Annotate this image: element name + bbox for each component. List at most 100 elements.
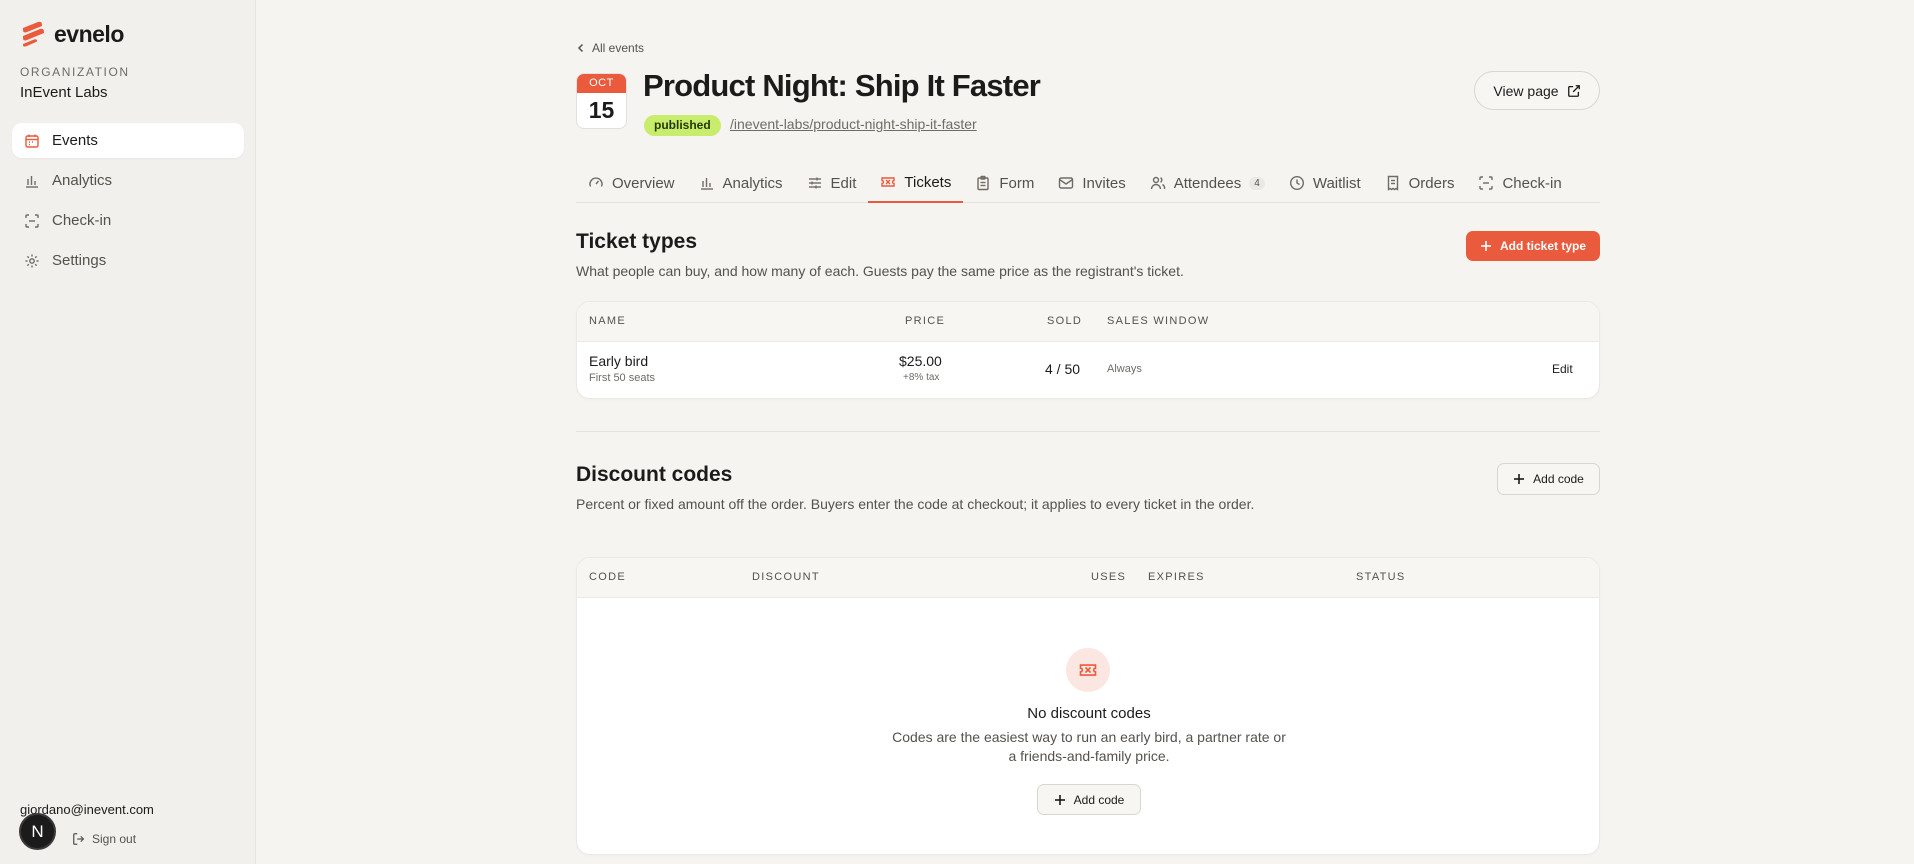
sidebar-item-label: Analytics <box>52 172 113 189</box>
table-header: NAME PRICE SOLD SALES WINDOW <box>577 302 1599 342</box>
sidebar-item-events[interactable]: Events <box>12 123 244 158</box>
tab-attendees[interactable]: Attendees 4 <box>1138 163 1277 203</box>
sign-out-label: Sign out <box>92 832 137 846</box>
tab-label: Edit <box>830 174 857 192</box>
view-page-label: View page <box>1493 82 1559 99</box>
tab-label: Overview <box>612 174 675 192</box>
evnelo-logo-icon <box>23 21 44 47</box>
page-title: Product Night: Ship It Faster <box>643 68 1041 103</box>
tab-check-in[interactable]: Check-in <box>1466 163 1573 203</box>
tab-label: Orders <box>1408 174 1455 192</box>
empty-state: No discount codes Codes are the easiest … <box>577 598 1599 854</box>
plus-icon <box>1514 474 1525 484</box>
brand-name: evnelo <box>54 20 124 47</box>
ticket-sold: 4 / 50 <box>1045 361 1081 377</box>
clock-icon <box>1289 175 1304 191</box>
empty-add-code-label: Add code <box>1073 792 1125 807</box>
tab-analytics[interactable]: Analytics <box>687 163 795 203</box>
sidebar-item-label: Check-in <box>52 212 112 229</box>
tab-invites[interactable]: Invites <box>1046 163 1137 203</box>
ticket-types-table: NAME PRICE SOLD SALES WINDOW Early bird … <box>576 301 1600 399</box>
empty-state-icon <box>1066 648 1110 692</box>
event-date-badge: OCT 15 <box>576 73 627 129</box>
event-slug-link[interactable]: /inevent-labs/product-night-ship-it-fast… <box>730 116 977 132</box>
section-divider <box>576 431 1600 432</box>
receipt-icon <box>1387 175 1398 191</box>
ticket-price: $25.00 <box>899 353 942 369</box>
avatar[interactable]: N <box>19 813 56 850</box>
empty-add-code-button[interactable]: Add code <box>1037 784 1141 815</box>
status-badge: published <box>644 115 721 136</box>
discount-codes-description: Percent or fixed amount off the order. B… <box>576 496 1255 512</box>
plus-icon <box>1054 794 1065 805</box>
tab-label: Invites <box>1082 174 1126 192</box>
ticket-types-title: Ticket types <box>576 230 698 253</box>
column-header-expires: EXPIRES <box>1148 571 1205 583</box>
column-header-sales-window: SALES WINDOW <box>1107 315 1210 327</box>
gauge-icon <box>589 177 603 187</box>
empty-state-title: No discount codes <box>1027 705 1151 722</box>
tab-label: Check-in <box>1502 174 1562 192</box>
add-ticket-type-button[interactable]: Add ticket type <box>1466 231 1600 261</box>
event-date-month: OCT <box>577 74 626 93</box>
external-link-icon <box>1567 84 1580 97</box>
scan-icon <box>1479 176 1494 190</box>
sign-out-button[interactable]: Sign out <box>72 832 136 846</box>
tab-overview[interactable]: Overview <box>576 163 687 203</box>
ticket-icon <box>1079 664 1097 676</box>
bar-chart-icon <box>700 178 713 190</box>
add-ticket-type-label: Add ticket type <box>1499 239 1586 253</box>
tab-label: Waitlist <box>1312 174 1361 192</box>
table-row[interactable]: Early bird First 50 seats $25.00 +8% tax… <box>577 342 1599 398</box>
sidebar-item-check-in[interactable]: Check-in <box>12 203 244 238</box>
brand-logo[interactable]: evnelo <box>20 20 124 48</box>
breadcrumb[interactable]: All events <box>576 41 644 55</box>
ticket-types-description: What people can buy, and how many of eac… <box>576 263 1184 279</box>
column-header-code: CODE <box>589 571 626 583</box>
tab-orders[interactable]: Orders <box>1373 163 1467 203</box>
sign-out-icon <box>73 833 85 845</box>
organization-label: ORGANIZATION <box>20 65 130 79</box>
column-header-status: STATUS <box>1356 571 1406 583</box>
bar-chart-icon <box>26 175 38 188</box>
tab-edit[interactable]: Edit <box>795 163 869 203</box>
discount-codes-title: Discount codes <box>576 463 733 486</box>
discount-codes-table: CODE DISCOUNT USES EXPIRES STATUS No dis… <box>576 557 1600 855</box>
add-code-button[interactable]: Add code <box>1497 463 1600 495</box>
ticket-icon <box>881 177 896 187</box>
mail-icon <box>1059 177 1074 189</box>
gear-icon <box>25 254 39 267</box>
sliders-icon <box>808 177 821 189</box>
organization-name[interactable]: InEvent Labs <box>20 84 108 101</box>
sidebar-nav: Events Analytics Check-in Settings <box>12 123 244 283</box>
sidebar-item-analytics[interactable]: Analytics <box>12 163 244 198</box>
ticket-sales-window: Always <box>1107 363 1142 375</box>
column-header-name: NAME <box>589 315 626 327</box>
sidebar-item-settings[interactable]: Settings <box>12 243 244 278</box>
event-tabs: Overview Analytics Edit Tickets Form Inv… <box>576 163 1600 203</box>
tab-label: Attendees <box>1173 174 1242 192</box>
column-header-uses: USES <box>1091 571 1127 583</box>
tab-label: Tickets <box>904 173 952 191</box>
tab-form[interactable]: Form <box>963 163 1046 203</box>
breadcrumb-label: All events <box>592 41 645 55</box>
event-date-day: 15 <box>588 97 615 123</box>
tab-waitlist[interactable]: Waitlist <box>1277 163 1373 203</box>
empty-state-description: Codes are the easiest way to run an earl… <box>892 729 1286 764</box>
ticket-tax: +8% tax <box>903 372 940 383</box>
edit-ticket-button[interactable]: Edit <box>1552 362 1573 376</box>
sidebar-item-label: Settings <box>52 252 107 269</box>
sidebar-item-label: Events <box>52 132 98 149</box>
users-icon <box>1150 176 1165 190</box>
tab-tickets[interactable]: Tickets <box>868 163 964 203</box>
sidebar: evnelo ORGANIZATION InEvent Labs Events … <box>0 0 256 864</box>
tab-label: Analytics <box>722 174 783 192</box>
scan-icon <box>25 213 39 228</box>
calendar-icon <box>25 134 39 148</box>
chevron-left-icon <box>577 43 584 53</box>
column-header-discount: DISCOUNT <box>752 571 820 583</box>
plus-icon <box>1480 241 1491 251</box>
attendees-count-badge: 4 <box>1249 176 1265 190</box>
view-page-button[interactable]: View page <box>1474 71 1600 110</box>
clipboard-icon <box>977 175 990 191</box>
